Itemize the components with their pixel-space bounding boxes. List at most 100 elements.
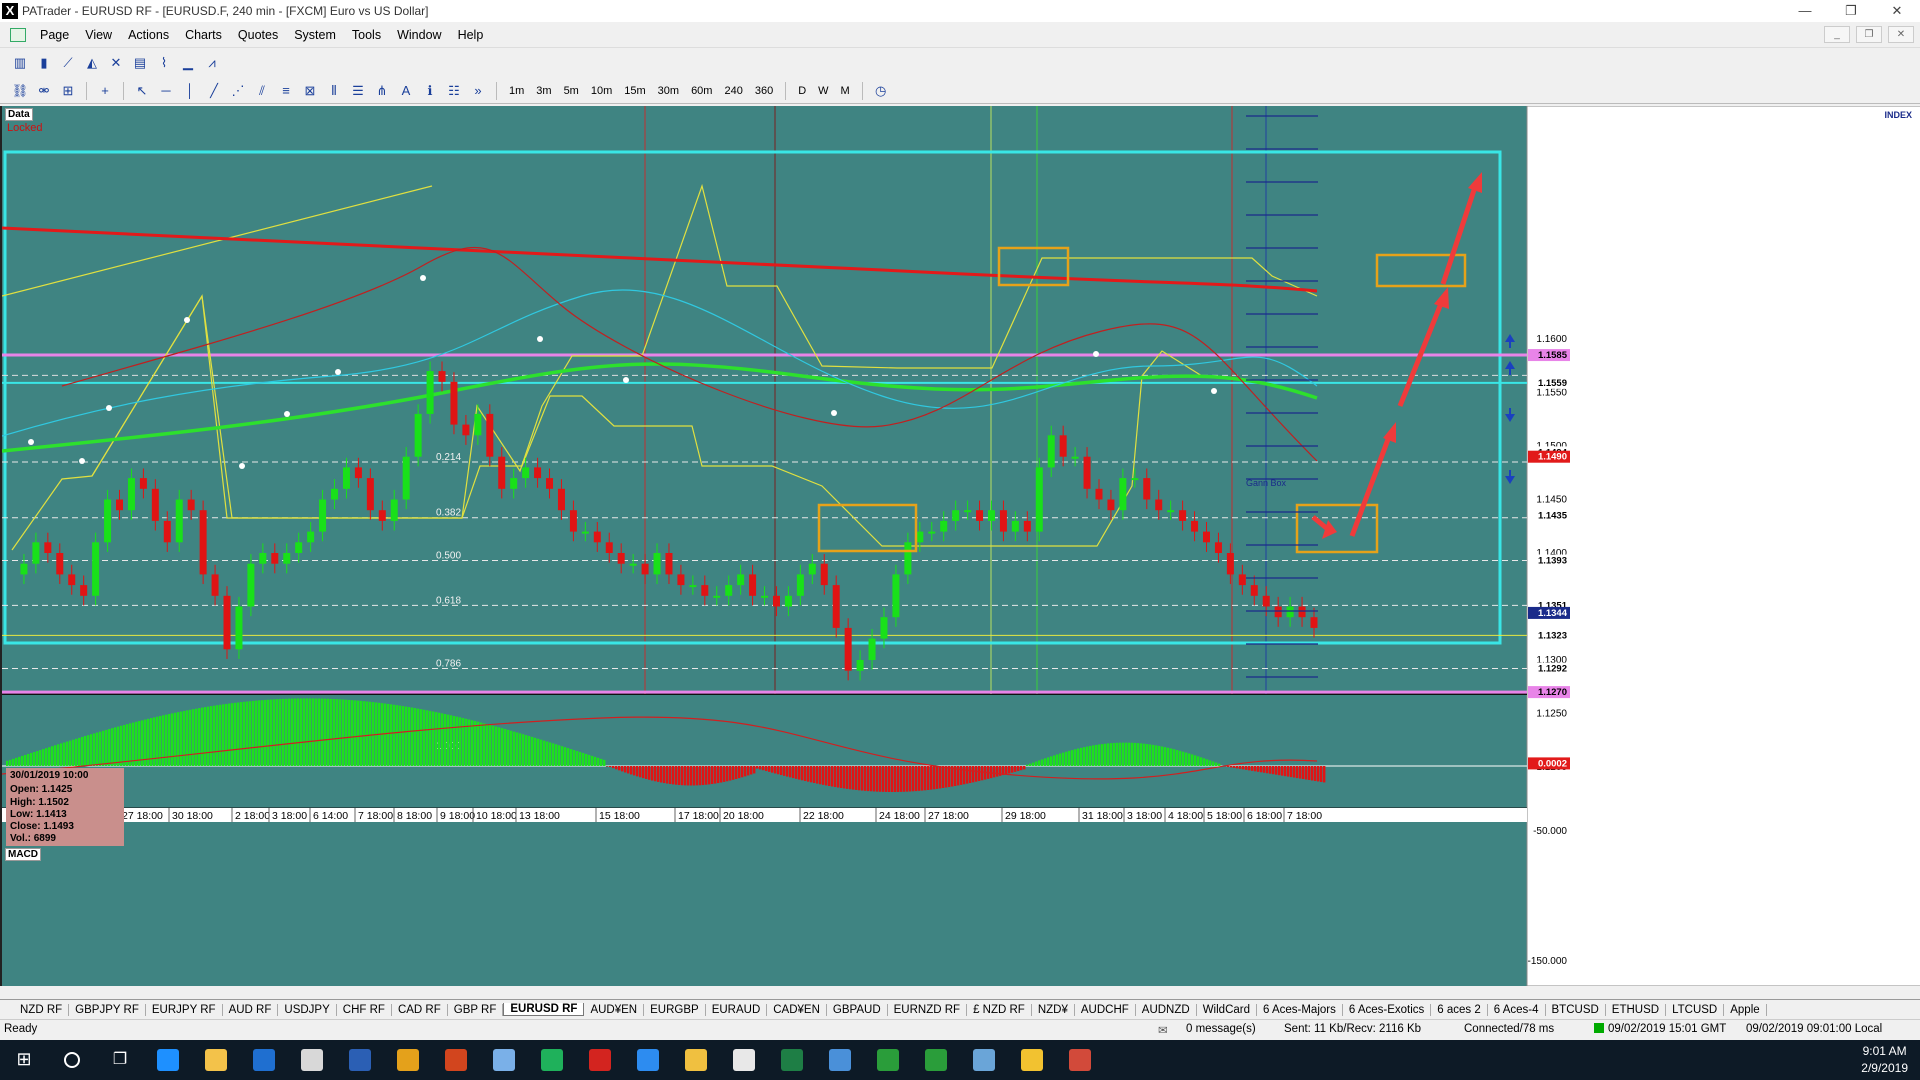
- gann-icon[interactable]: ⊠: [300, 82, 320, 100]
- pitchfork-icon[interactable]: ⋔: [372, 82, 392, 100]
- timeframe-button-60m[interactable]: 60m: [687, 85, 716, 97]
- menu-system[interactable]: System: [286, 28, 344, 42]
- candle-chart-icon[interactable]: ▮: [34, 54, 54, 72]
- levels-icon[interactable]: ☰: [348, 82, 368, 100]
- symbol-tab[interactable]: AUDCHF: [1075, 1003, 1136, 1016]
- symbol-tab[interactable]: EURUSD RF: [503, 1003, 585, 1016]
- unlink-icon[interactable]: ⚮: [34, 82, 54, 100]
- fan-icon[interactable]: ⋰: [228, 82, 248, 100]
- outlook-icon[interactable]: [240, 1040, 288, 1080]
- menu-actions[interactable]: Actions: [120, 28, 177, 42]
- symbol-tab[interactable]: AUD¥EN: [584, 1003, 645, 1016]
- timeframe-button-15m[interactable]: 15m: [620, 85, 649, 97]
- taskbar-clock[interactable]: 9:01 AM 2/9/2019: [1861, 1043, 1908, 1077]
- retracement-icon[interactable]: ≡: [276, 82, 296, 100]
- symbol-tab[interactable]: Apple: [1724, 1003, 1767, 1016]
- timeframe-button-5m[interactable]: 5m: [560, 85, 583, 97]
- menu-page[interactable]: Page: [32, 28, 77, 42]
- menu-quotes[interactable]: Quotes: [230, 28, 286, 42]
- symbol-tab[interactable]: LTCUSD: [1666, 1003, 1725, 1016]
- file-explorer-icon[interactable]: [192, 1040, 240, 1080]
- chart-area[interactable]: INDEX0.2140.3820.5000.6180.7861.000Gann …: [0, 106, 1920, 986]
- symbol-tab[interactable]: CAD¥EN: [767, 1003, 827, 1016]
- menu-help[interactable]: Help: [450, 28, 492, 42]
- symbol-tab[interactable]: CAD RF: [392, 1003, 448, 1016]
- period-button-M[interactable]: M: [837, 85, 854, 97]
- chart-add-icon[interactable]: ⊞: [58, 82, 78, 100]
- period-button-W[interactable]: W: [814, 85, 832, 97]
- kagi-icon[interactable]: ⌇: [154, 54, 174, 72]
- mdi-restore-button[interactable]: ❐: [1856, 26, 1882, 43]
- photo-icon[interactable]: [960, 1040, 1008, 1080]
- page-icon[interactable]: [10, 27, 26, 42]
- volume-chart-icon[interactable]: ▁: [178, 54, 198, 72]
- symbol-tab[interactable]: EURGBP: [644, 1003, 706, 1016]
- link-icon[interactable]: ⛓: [10, 82, 30, 100]
- zoom-icon[interactable]: [624, 1040, 672, 1080]
- timeframe-button-360[interactable]: 360: [751, 85, 777, 97]
- minimize-button[interactable]: —: [1782, 0, 1828, 22]
- menu-window[interactable]: Window: [389, 28, 449, 42]
- close-button[interactable]: ✕: [1874, 0, 1920, 22]
- notes-icon[interactable]: [480, 1040, 528, 1080]
- symbol-tab[interactable]: 6 Aces-Majors: [1257, 1003, 1343, 1016]
- tools-icon[interactable]: [1056, 1040, 1104, 1080]
- camtasia-recorder-icon[interactable]: [912, 1040, 960, 1080]
- symbol-tab[interactable]: AUDNZD: [1136, 1003, 1197, 1016]
- timeframe-button-30m[interactable]: 30m: [654, 85, 683, 97]
- vline-icon[interactable]: │: [180, 82, 200, 100]
- powerpoint-icon[interactable]: [432, 1040, 480, 1080]
- more-icon[interactable]: »: [468, 82, 488, 100]
- symbol-tab[interactable]: BTCUSD: [1546, 1003, 1606, 1016]
- ninja-icon[interactable]: [528, 1040, 576, 1080]
- symbol-tab[interactable]: GBP RF: [448, 1003, 504, 1016]
- folder-icon[interactable]: [672, 1040, 720, 1080]
- cortana-icon[interactable]: [48, 1040, 96, 1080]
- symbol-tab[interactable]: EURJPY RF: [146, 1003, 223, 1016]
- chrome-icon[interactable]: [384, 1040, 432, 1080]
- excel-icon[interactable]: [768, 1040, 816, 1080]
- channel-icon[interactable]: ⫽: [252, 82, 272, 100]
- timeframe-button-10m[interactable]: 10m: [587, 85, 616, 97]
- price-chart-svg[interactable]: INDEX0.2140.3820.5000.6180.7861.000Gann …: [2, 106, 1920, 986]
- clock-icon[interactable]: ◷: [871, 82, 891, 100]
- cursor-icon[interactable]: ↖: [132, 82, 152, 100]
- trading-app-icon[interactable]: [288, 1040, 336, 1080]
- template-icon[interactable]: ☷: [444, 82, 464, 100]
- symbol-tab[interactable]: 6 Aces-4: [1488, 1003, 1546, 1016]
- text-icon[interactable]: A: [396, 82, 416, 100]
- start-icon[interactable]: ⊞: [0, 1040, 48, 1080]
- timeframe-button-3m[interactable]: 3m: [532, 85, 555, 97]
- symbol-tab[interactable]: GBPJPY RF: [69, 1003, 146, 1016]
- hline-icon[interactable]: ─: [156, 82, 176, 100]
- menu-tools[interactable]: Tools: [344, 28, 389, 42]
- menu-view[interactable]: View: [77, 28, 120, 42]
- renko-icon[interactable]: ▤: [130, 54, 150, 72]
- cycles-icon[interactable]: ⦀: [324, 82, 344, 100]
- calculator-icon[interactable]: [720, 1040, 768, 1080]
- symbol-tab[interactable]: AUD RF: [223, 1003, 279, 1016]
- line-chart-icon[interactable]: ⟋: [58, 54, 78, 72]
- bar-chart-icon[interactable]: ▥: [10, 54, 30, 72]
- task-view-icon[interactable]: ❐: [96, 1040, 144, 1080]
- trendline-icon[interactable]: ╱: [204, 82, 224, 100]
- swing-chart-icon[interactable]: ⩘: [202, 54, 222, 72]
- timeframe-button-1m[interactable]: 1m: [505, 85, 528, 97]
- remote-icon[interactable]: [816, 1040, 864, 1080]
- symbol-tab[interactable]: EURNZD RF: [888, 1003, 968, 1016]
- symbol-tab[interactable]: CHF RF: [337, 1003, 392, 1016]
- symbol-tab[interactable]: WildCard: [1197, 1003, 1257, 1016]
- crosshair-icon[interactable]: +: [95, 82, 115, 100]
- symbol-tab[interactable]: 6 aces 2: [1431, 1003, 1488, 1016]
- mdi-close-button[interactable]: ✕: [1888, 26, 1914, 43]
- word-icon[interactable]: [336, 1040, 384, 1080]
- sticky-icon[interactable]: [1008, 1040, 1056, 1080]
- point-figure-icon[interactable]: ✕: [106, 54, 126, 72]
- symbol-tab[interactable]: ETHUSD: [1606, 1003, 1667, 1016]
- area-chart-icon[interactable]: ◭: [82, 54, 102, 72]
- indicator-icon[interactable]: ℹ: [420, 82, 440, 100]
- mail-icon[interactable]: ✉: [1158, 1023, 1168, 1037]
- symbol-tab[interactable]: EURAUD: [706, 1003, 768, 1016]
- symbol-tab[interactable]: NZD¥: [1032, 1003, 1075, 1016]
- edge-icon[interactable]: [144, 1040, 192, 1080]
